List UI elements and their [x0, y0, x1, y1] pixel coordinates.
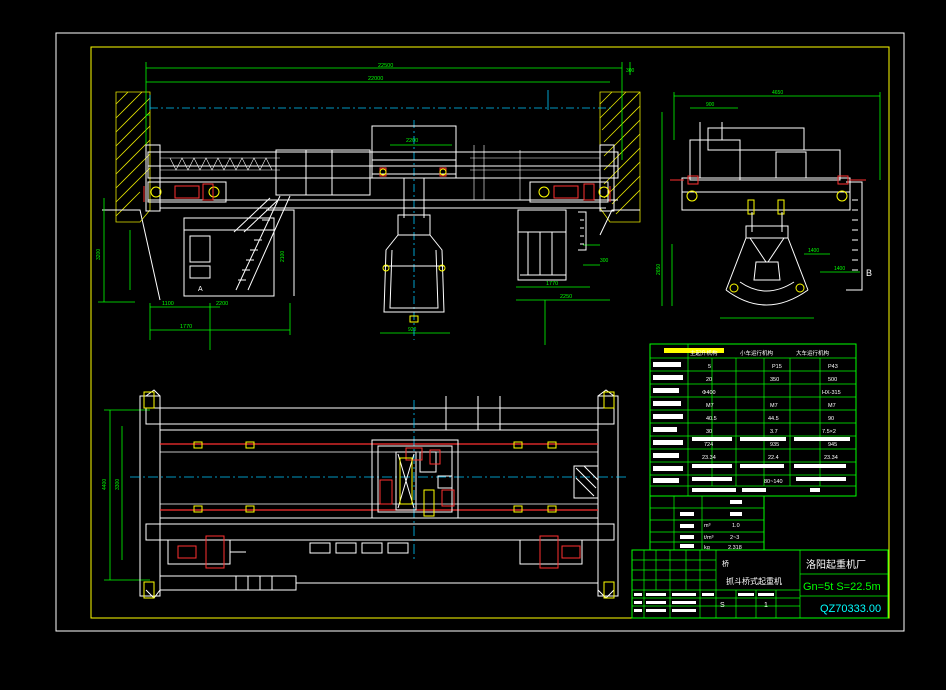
spec-r6-c1: 935	[770, 442, 779, 448]
dim-text-1100: 1100	[162, 301, 174, 307]
label-b: B	[866, 268, 872, 278]
dim-text-bottom: 1770	[180, 324, 192, 330]
spec-r5-c2: 7.5×2	[822, 429, 836, 435]
spec-r0-c1: P15	[772, 364, 782, 370]
dim-text-right-top: 4650	[772, 90, 783, 96]
dim-text-top-right: 300	[626, 68, 635, 74]
grab-unit-1: t/m³	[704, 535, 714, 541]
spec-col-1: 主起升机构	[690, 349, 718, 357]
spec-r4-c2: 90	[828, 416, 834, 422]
dim-text-1400b: 1400	[808, 248, 819, 254]
dim-text-grab-width: 920	[408, 327, 417, 333]
dim-text-trolley: 2200	[406, 138, 418, 144]
product-name: 抓斗桥式起重机	[726, 576, 782, 586]
dim-text-right-1: 300	[600, 258, 609, 264]
spec-r6-c2: 945	[828, 442, 837, 448]
dim-text-span-top: 22500	[378, 63, 393, 69]
sheet-mark-1: 1	[764, 602, 768, 609]
cad-drawing-canvas: 22500 22000 2200 1100 2200 1770 1770 225…	[0, 0, 946, 690]
spec-r2-c2: HX-315	[822, 390, 841, 396]
dim-text-right-2: 900	[706, 102, 715, 108]
company-name: 洛阳起重机厂	[806, 558, 866, 571]
spec-text: Gn=5t S=22.5m	[803, 581, 881, 593]
spec-r7-c0: 23.34	[702, 455, 716, 461]
dim-text-vertical-1: 3200	[96, 249, 102, 260]
spec-r1-c0: 20	[706, 377, 712, 383]
spec-r1-c2: 500	[828, 377, 837, 383]
dim-text-right-vertical: 2650	[656, 264, 662, 275]
spec-r5-c1: 3.7	[770, 429, 778, 435]
spec-r7-c1: 22.4	[768, 455, 779, 461]
product-name-mark: 桥	[722, 559, 729, 568]
dim-text-3300: 3300	[115, 479, 121, 490]
dim-text-2250: 2250	[560, 294, 572, 300]
drawing-number: QZ70333.00	[820, 603, 881, 615]
spec-r0-c2: P43	[828, 364, 838, 370]
dim-text-1770: 1770	[546, 281, 558, 287]
spec-col-2: 小车运行机构	[740, 349, 774, 357]
spec-r2-c0: Φ400	[702, 390, 716, 396]
grab-unit-0: m³	[704, 523, 711, 529]
spec-r7-c2: 23.34	[824, 455, 838, 461]
spec-r3-c2: M7	[828, 403, 836, 409]
dim-text-1400a: 1400	[834, 266, 845, 272]
dim-text-4400: 4400	[102, 479, 108, 490]
spec-r3-c0: M7	[706, 403, 714, 409]
spec-r0-c0: 5	[708, 364, 711, 370]
spec-r8-c1: 80~140	[764, 479, 783, 485]
grab-val-1: 2~3	[730, 535, 739, 541]
dim-text-vertical-2: 2100	[280, 251, 286, 262]
dim-text-span: 22000	[368, 76, 383, 82]
spec-r6-c0: 724	[704, 442, 713, 448]
spec-r1-c1: 350	[770, 377, 779, 383]
grab-val-0: 1.0	[732, 523, 740, 529]
spec-col-3: 大车运行机构	[796, 349, 830, 357]
spec-r4-c0: 40.5	[706, 416, 717, 422]
cabin-label-a: A	[198, 286, 203, 293]
spec-r4-c1: 44.5	[768, 416, 779, 422]
spec-r5-c0: 30	[706, 429, 712, 435]
dim-text-2200: 2200	[216, 301, 228, 307]
sheet-mark-s: S	[720, 602, 725, 609]
spec-r3-c1: M7	[770, 403, 778, 409]
